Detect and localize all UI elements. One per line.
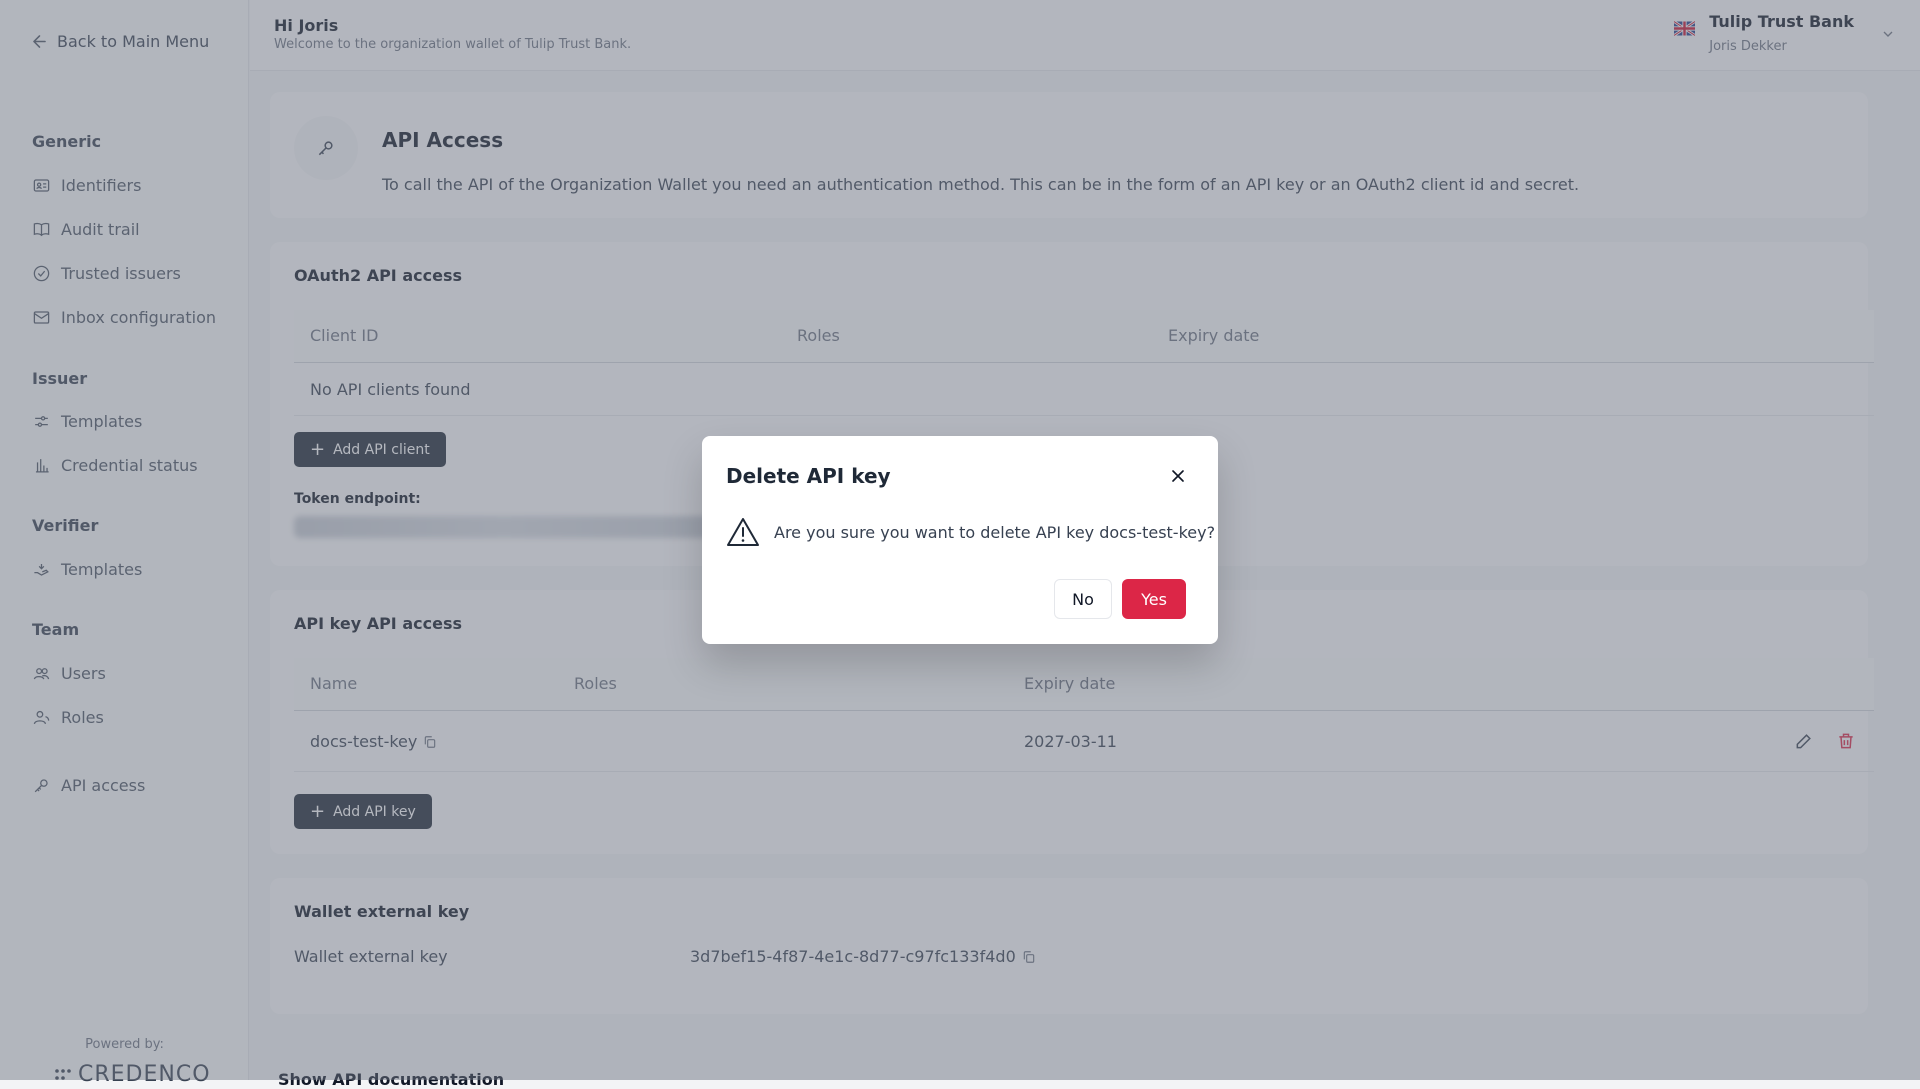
warning-triangle-icon xyxy=(727,518,759,546)
no-button[interactable]: No xyxy=(1054,579,1112,619)
dialog-message: Are you sure you want to delete API key … xyxy=(774,523,1216,542)
dialog-title: Delete API key xyxy=(726,464,891,488)
app-root: Back to Main Menu Generic Identifiers Au… xyxy=(0,0,1920,1089)
close-icon[interactable] xyxy=(1168,466,1188,486)
delete-api-key-dialog: Delete API key Are you sure you want to … xyxy=(702,436,1218,644)
yes-button[interactable]: Yes xyxy=(1122,579,1186,619)
